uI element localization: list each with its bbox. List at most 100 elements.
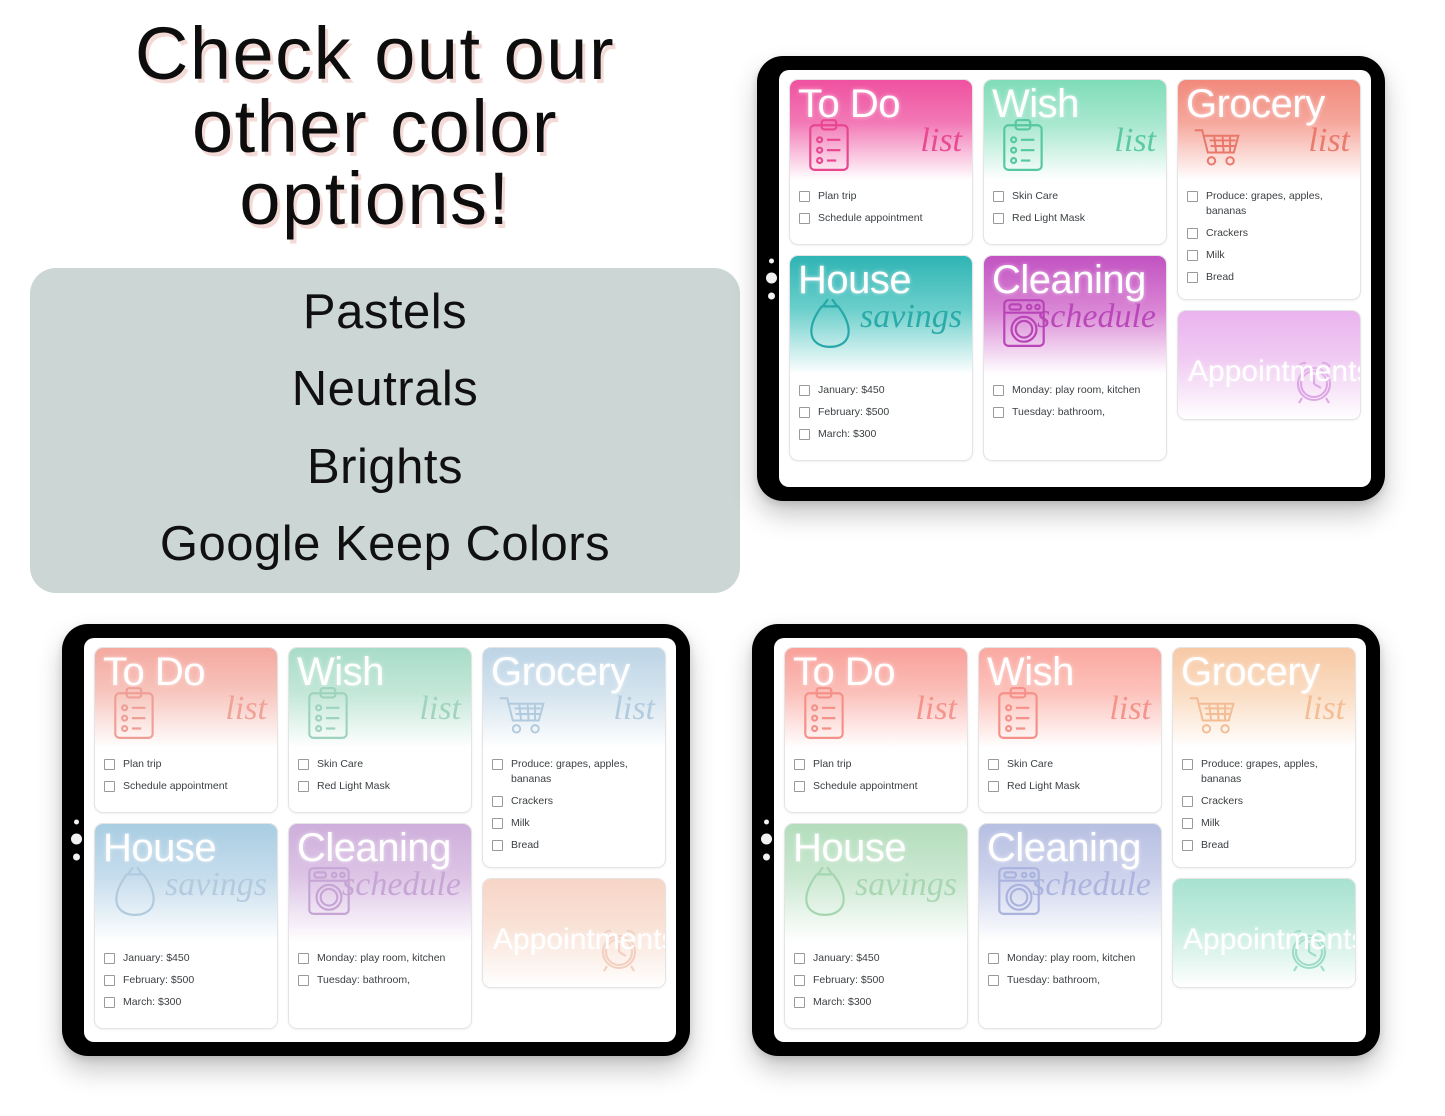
checkbox-icon[interactable] (794, 780, 805, 792)
note-card-grocery[interactable]: Grocery list Produce: grapes, apples, ba… (482, 647, 666, 868)
checkbox-icon[interactable] (104, 780, 115, 792)
note-card-wish[interactable]: Wish list Skin Care Red Light Mask (978, 647, 1162, 813)
list-item[interactable]: Bread (1187, 270, 1351, 285)
note-script-todo: list (915, 690, 957, 727)
checkbox-icon[interactable] (298, 953, 309, 964)
checkbox-icon[interactable] (799, 428, 810, 440)
note-card-appointments[interactable]: Appointments (1172, 877, 1356, 988)
checkbox-icon[interactable] (799, 212, 810, 224)
list-item[interactable]: January: $450 (794, 951, 958, 966)
note-card-appointments[interactable]: Appointments (1177, 309, 1361, 420)
note-card-grocery[interactable]: Grocery list Produce: grapes, apples, ba… (1172, 647, 1356, 868)
list-item[interactable]: January: $450 (799, 383, 963, 398)
checkbox-icon[interactable] (492, 839, 503, 851)
checkbox-icon[interactable] (993, 406, 1004, 418)
list-item[interactable]: Milk (1187, 248, 1351, 263)
checkbox-icon[interactable] (104, 953, 115, 964)
list-item[interactable]: Crackers (492, 794, 656, 809)
checkbox-icon[interactable] (799, 385, 810, 396)
checkbox-icon[interactable] (794, 974, 805, 986)
shopping-cart-icon (497, 686, 549, 742)
list-item[interactable]: February: $500 (794, 973, 958, 988)
list-item[interactable]: Bread (492, 838, 656, 853)
checkbox-icon[interactable] (794, 996, 805, 1008)
list-item[interactable]: March: $300 (799, 427, 963, 442)
list-item[interactable]: Schedule appointment (794, 779, 958, 794)
list-item[interactable]: February: $500 (799, 405, 963, 420)
list-item[interactable]: February: $500 (104, 973, 268, 988)
list-item[interactable]: March: $300 (794, 995, 958, 1010)
checkbox-icon[interactable] (988, 974, 999, 986)
note-card-cleaning[interactable]: Cleaning schedule Monday: play room, kit… (983, 255, 1167, 461)
list-item[interactable]: Tuesday: bathroom, (298, 973, 462, 988)
list-item[interactable]: Red Light Mask (298, 779, 462, 794)
checkbox-icon[interactable] (993, 385, 1004, 396)
note-card-todo[interactable]: To Do list Plan trip Schedule appointmen… (94, 647, 278, 813)
list-item[interactable]: Milk (1182, 816, 1346, 831)
note-card-wish[interactable]: Wish list Skin Care Red Light Mask (288, 647, 472, 813)
note-card-todo[interactable]: To Do list Plan trip Schedule appointmen… (784, 647, 968, 813)
list-item[interactable]: Produce: grapes, apples, bananas (1182, 757, 1346, 787)
note-script-wish: list (1109, 690, 1151, 727)
checkbox-icon[interactable] (993, 212, 1004, 224)
list-item[interactable]: Plan trip (794, 757, 958, 772)
checkbox-icon[interactable] (298, 759, 309, 770)
list-item[interactable]: Monday: play room, kitchen (988, 951, 1152, 966)
checkbox-icon[interactable] (1182, 817, 1193, 829)
checkbox-icon[interactable] (1187, 227, 1198, 239)
checkbox-icon[interactable] (104, 996, 115, 1008)
note-card-grocery[interactable]: Grocery list Produce: grapes, apples, ba… (1177, 79, 1361, 300)
checkbox-icon[interactable] (492, 817, 503, 829)
checkbox-icon[interactable] (1182, 839, 1193, 851)
checkbox-icon[interactable] (104, 759, 115, 770)
checkbox-icon[interactable] (298, 974, 309, 986)
checkbox-icon[interactable] (1182, 795, 1193, 807)
checkbox-icon[interactable] (794, 953, 805, 964)
note-card-cleaning[interactable]: Cleaning schedule Monday: play room, kit… (288, 823, 472, 1029)
list-item[interactable]: Skin Care (988, 757, 1152, 772)
note-card-house[interactable]: House savings $ January: $450 February: … (789, 255, 973, 461)
checkbox-icon[interactable] (1187, 191, 1198, 202)
note-card-wish[interactable]: Wish list Skin Care Red Light Mask (983, 79, 1167, 245)
checkbox-icon[interactable] (988, 759, 999, 770)
checkbox-icon[interactable] (1182, 759, 1193, 770)
note-card-house[interactable]: House savings $ January: $450 February: … (784, 823, 968, 1029)
list-item[interactable]: Skin Care (298, 757, 462, 772)
list-item[interactable]: January: $450 (104, 951, 268, 966)
checkbox-icon[interactable] (492, 759, 503, 770)
checkbox-icon[interactable] (794, 759, 805, 770)
note-card-appointments[interactable]: Appointments (482, 877, 666, 988)
list-item[interactable]: Produce: grapes, apples, bananas (492, 757, 656, 787)
checkbox-icon[interactable] (988, 780, 999, 792)
note-card-cleaning[interactable]: Cleaning schedule Monday: play room, kit… (978, 823, 1162, 1029)
checkbox-icon[interactable] (104, 974, 115, 986)
note-board: To Do list Plan trip Schedule appointmen… (784, 647, 1356, 1042)
list-item[interactable]: Crackers (1182, 794, 1346, 809)
list-item[interactable]: Bread (1182, 838, 1346, 853)
list-item[interactable]: Red Light Mask (988, 779, 1152, 794)
list-item[interactable]: Tuesday: bathroom, (988, 973, 1152, 988)
list-item[interactable]: March: $300 (104, 995, 268, 1010)
list-item[interactable]: Skin Care (993, 189, 1157, 204)
list-item[interactable]: Plan trip (104, 757, 268, 772)
checkbox-icon[interactable] (799, 191, 810, 202)
list-item[interactable]: Milk (492, 816, 656, 831)
list-item[interactable]: Monday: play room, kitchen (993, 383, 1157, 398)
list-item[interactable]: Schedule appointment (104, 779, 268, 794)
checkbox-icon[interactable] (993, 191, 1004, 202)
list-item[interactable]: Produce: grapes, apples, bananas (1187, 189, 1351, 219)
list-item[interactable]: Crackers (1187, 226, 1351, 241)
list-item[interactable]: Tuesday: bathroom, (993, 405, 1157, 420)
checkbox-icon[interactable] (1187, 249, 1198, 261)
note-card-todo[interactable]: To Do list Plan trip Schedule appointmen… (789, 79, 973, 245)
list-item[interactable]: Monday: play room, kitchen (298, 951, 462, 966)
list-item[interactable]: Plan trip (799, 189, 963, 204)
checkbox-icon[interactable] (988, 953, 999, 964)
note-card-house[interactable]: House savings $ January: $450 February: … (94, 823, 278, 1029)
checkbox-icon[interactable] (1187, 271, 1198, 283)
checkbox-icon[interactable] (799, 406, 810, 418)
checkbox-icon[interactable] (492, 795, 503, 807)
list-item[interactable]: Red Light Mask (993, 211, 1157, 226)
list-item[interactable]: Schedule appointment (799, 211, 963, 226)
checkbox-icon[interactable] (298, 780, 309, 792)
